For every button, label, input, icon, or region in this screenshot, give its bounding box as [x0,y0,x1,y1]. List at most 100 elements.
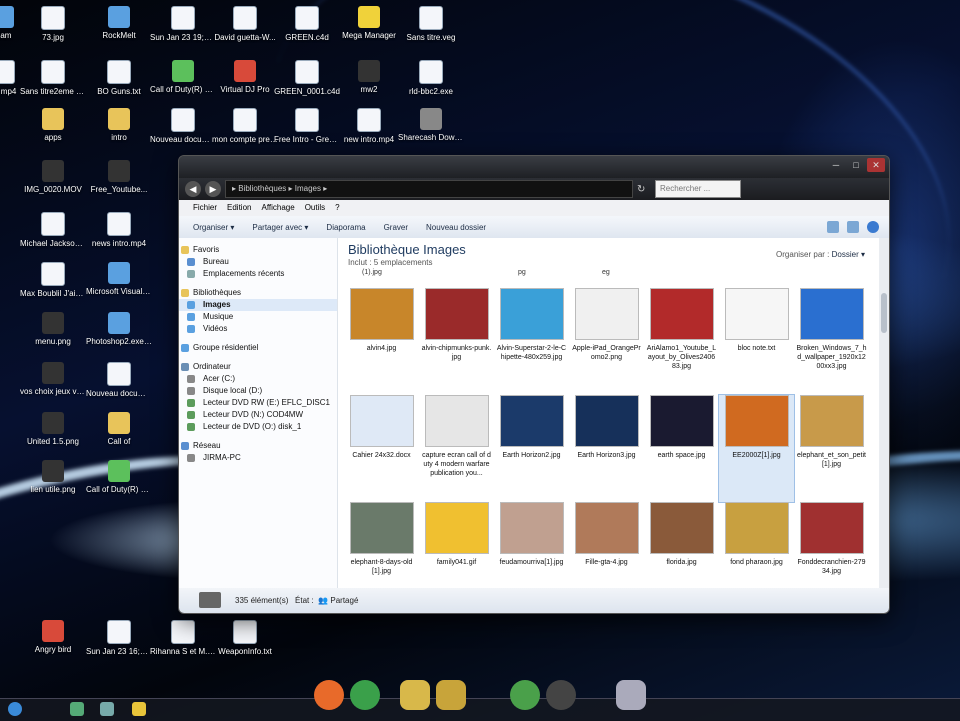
desktop-icon[interactable]: rld-bbc2.exe [398,60,464,97]
taskbar-app-icon[interactable] [70,702,84,716]
nav-item[interactable]: Réseau [179,440,337,452]
menu-affichage[interactable]: Affichage [261,200,294,216]
dock-folder-icon[interactable] [400,680,430,710]
maximize-icon[interactable]: □ [849,158,863,172]
desktop-icon[interactable]: Max Boublil J'aime les ... [20,262,86,299]
desktop-icon[interactable]: RockMelt [86,6,152,41]
search-input[interactable]: Rechercher ... [655,180,741,198]
nav-item[interactable]: Groupe résidentiel [179,342,337,354]
desktop-icon[interactable]: Nouveau document tex... [86,362,152,399]
slideshow-button[interactable]: Diaporama [326,223,365,232]
desktop-icon[interactable]: Sun Jan 23 19;31;55 ... [150,6,216,43]
nav-item[interactable]: Emplacements récents [179,268,337,280]
new-folder-button[interactable]: Nouveau dossier [426,223,486,232]
file-tile[interactable]: EE2000Z[1].jpg [718,394,795,503]
dock-folder-icon[interactable] [436,680,466,710]
desktop-icon[interactable]: Call of Duty(R) 4 - Modern War... [150,60,216,95]
scrollbar-thumb[interactable] [881,293,887,333]
forward-icon[interactable]: ▶ [205,181,221,197]
file-tile[interactable]: elephant_et_son_petit[1].jpg [794,395,869,502]
menu-fichier[interactable]: Fichier [193,200,217,216]
nav-item[interactable]: Disque local (D:) [179,385,337,397]
share-button[interactable]: Partager avec ▾ [252,223,308,232]
start-button-icon[interactable] [8,702,22,716]
desktop-icon[interactable]: 73.jpg [20,6,86,43]
address-bar[interactable]: ▸ Bibliothèques ▸ Images ▸ [225,180,633,198]
file-tile[interactable]: Alvin-Superstar-2-le-Chipette-480x259.jp… [494,288,569,395]
file-tile[interactable]: Apple-iPad_OrangePromo2.png [569,288,644,395]
help-icon[interactable] [867,221,879,233]
desktop-icon[interactable]: GREEN_0001.c4d [274,60,340,97]
menu-edition[interactable]: Edition [227,200,251,216]
file-tile[interactable]: earth space.jpg [644,395,719,502]
nav-item[interactable]: Lecteur DVD (N:) COD4MW [179,409,337,421]
desktop-icon[interactable]: Call of [86,412,152,447]
desktop-icon[interactable]: mw2 [336,60,402,95]
desktop-icon[interactable]: news intro.mp4 [86,212,152,249]
desktop-icon[interactable]: mon compte premium meg... [212,108,278,145]
desktop-icon[interactable]: BO Guns.txt [86,60,152,97]
file-tile[interactable]: alvin4.jpg [344,288,419,395]
desktop-icon[interactable]: WeaponInfo.txt [212,620,278,657]
window-titlebar[interactable]: ─ □ ✕ [179,156,889,178]
desktop-icon[interactable]: menu.png [20,312,86,347]
star-icon[interactable] [132,702,146,716]
desktop-icon[interactable]: Sans titre.veg [398,6,464,43]
nav-item[interactable]: Favoris [179,244,337,256]
nav-item[interactable]: Bibliothèques [179,287,337,299]
minimize-icon[interactable]: ─ [829,158,843,172]
menu-help[interactable]: ? [335,200,339,216]
nav-item[interactable]: Lecteur DVD RW (E:) EFLC_DISC1 [179,397,337,409]
desktop-icon[interactable]: lien utile.png [20,460,86,495]
desktop-icon[interactable]: Mega Manager [336,6,402,41]
file-tile[interactable]: AriAlamo1_Youtube_Layout_by_Olives240683… [644,288,719,395]
desktop-icon[interactable]: IMG_0020.MOV [20,160,86,195]
nav-item[interactable]: Musique [179,311,337,323]
desktop-icon[interactable]: Call of Duty(R) 4 - Modern War... [86,460,152,495]
vertical-scrollbar[interactable] [879,238,889,588]
desktop-icon[interactable]: apps [20,108,86,143]
organize-button[interactable]: Organiser ▾ [193,223,234,232]
view-options-icon[interactable] [827,221,839,233]
file-tile[interactable]: bloc note.txt [719,288,794,395]
desktop-icon[interactable]: Nouveau document tex... [150,108,216,145]
desktop-icon[interactable]: Free_Youtube... [86,160,152,195]
file-tile[interactable]: Earth Horizon3.jpg [569,395,644,502]
explorer-window[interactable]: ─ □ ✕ ◀ ▶ ▸ Bibliothèques ▸ Images ▸ ↻ R… [178,155,890,614]
desktop-icon[interactable]: Photoshop2.exe - Raccourci [86,312,152,347]
nav-item[interactable]: Ordinateur [179,361,337,373]
firefox-icon[interactable] [314,680,344,710]
desktop-icon[interactable]: Angry bird [20,620,86,655]
dock-app-icon[interactable] [510,680,540,710]
nav-item[interactable]: JIRMA-PC [179,452,337,464]
desktop-icon[interactable]: Sans titre2eme partie.mp4 [20,60,86,97]
desktop-icon[interactable]: new intro.mp4 [336,108,402,145]
file-tile[interactable]: Cahier 24x32.docx [344,395,419,502]
arrange-value[interactable]: Dossier ▾ [832,250,865,259]
menu-outils[interactable]: Outils [305,200,325,216]
desktop-icon[interactable]: Free Intro - Green (Cine... [274,108,340,145]
desktop-icon[interactable]: vos choix jeux vidéo.png [20,362,86,397]
desktop-icon[interactable]: Rihanna S et M.mp3 [150,620,216,657]
burn-button[interactable]: Graver [384,223,408,232]
desktop-icon[interactable]: GREEN.c4d [274,6,340,43]
chrome-icon[interactable] [350,680,380,710]
nav-item[interactable]: Vidéos [179,323,337,335]
nav-item[interactable]: Acer (C:) [179,373,337,385]
desktop-icon[interactable]: United 1.5.png [20,412,86,447]
nav-item[interactable]: Bureau [179,256,337,268]
desktop-icon[interactable]: Virtual DJ Pro [212,60,278,95]
desktop-icon[interactable]: intro [86,108,152,143]
arrange-by[interactable]: Organiser par : Dossier ▾ [776,250,865,259]
preview-pane-icon[interactable] [847,221,859,233]
back-icon[interactable]: ◀ [185,181,201,197]
file-tile[interactable]: capture ecran call of duty 4 modern warf… [419,395,494,502]
desktop-icon[interactable]: Sun Jan 23 16;20;29 ... [86,620,152,657]
desktop-icon[interactable]: Microsoft Visual Basic 2008 Exp... [86,262,152,297]
file-tile[interactable]: Earth Horizon2.jpg [494,395,569,502]
nav-item[interactable]: Images [179,299,337,311]
taskbar-app-icon[interactable] [100,702,114,716]
file-tile[interactable]: alvin-chipmunks-punk.jpg [419,288,494,395]
refresh-icon[interactable]: ↻ [637,184,651,195]
nav-item[interactable]: Lecteur de DVD (O:) disk_1 [179,421,337,433]
